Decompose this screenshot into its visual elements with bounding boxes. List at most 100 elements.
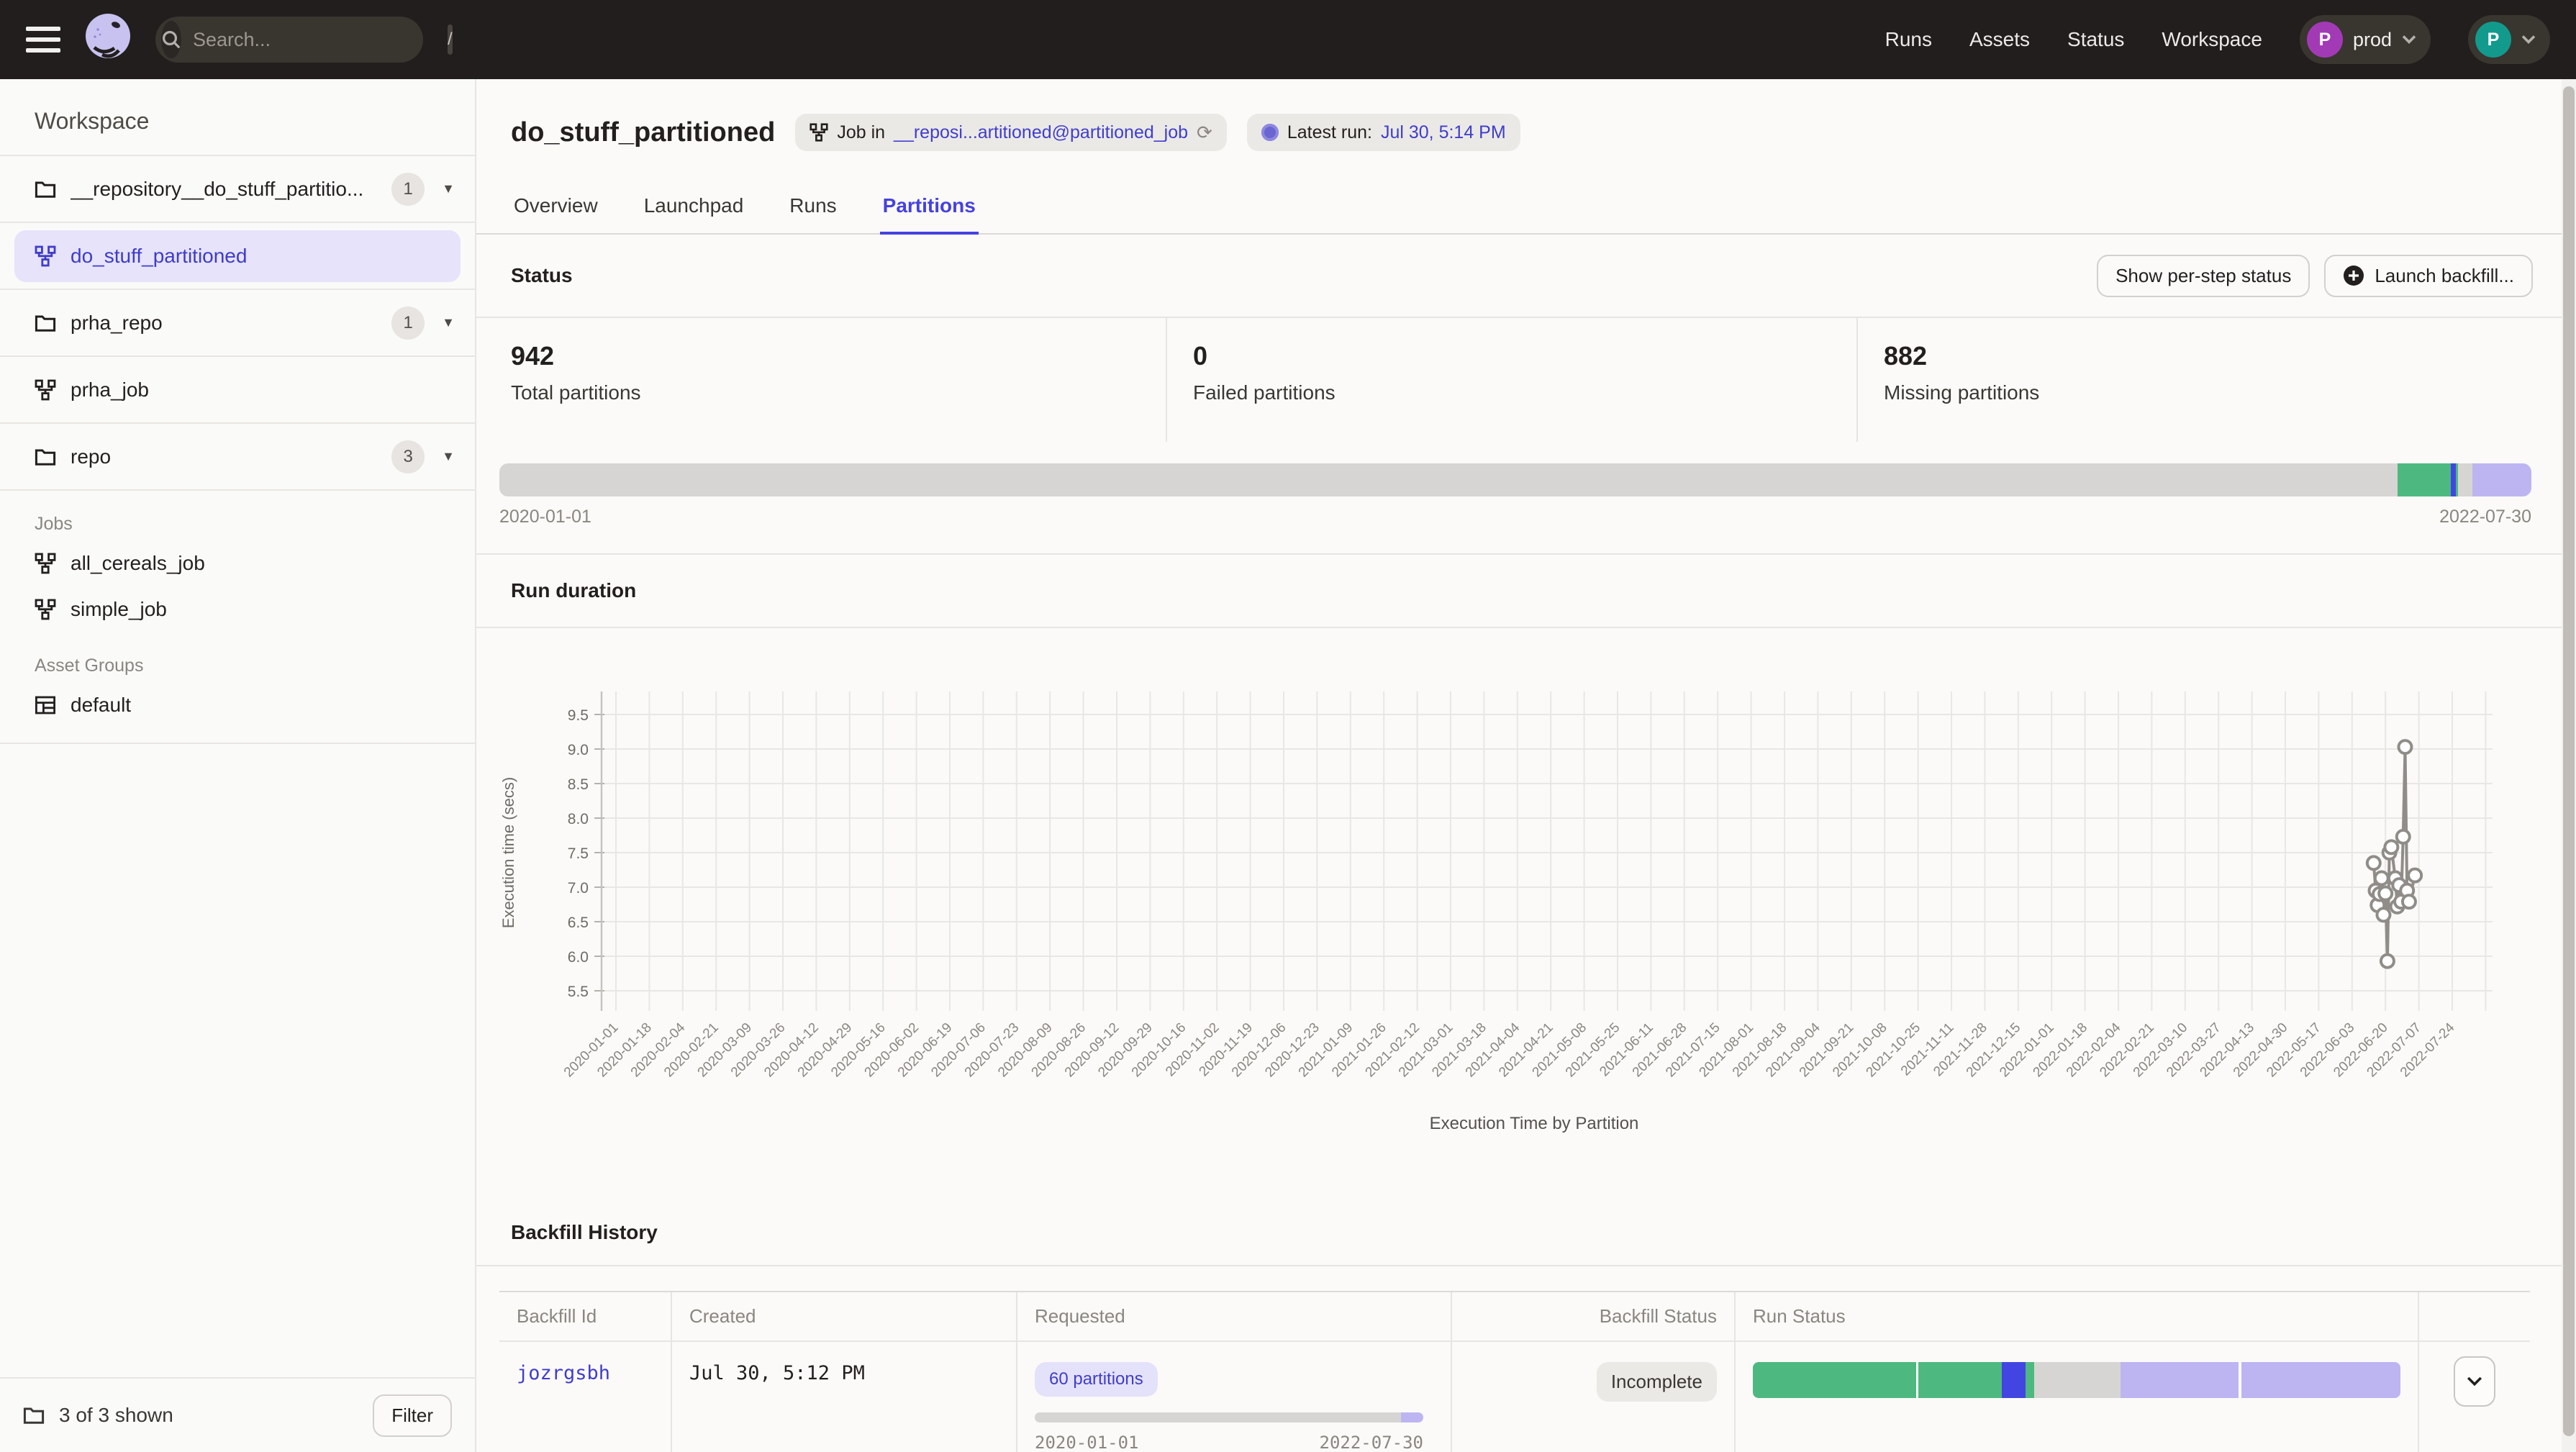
svg-text:7.5: 7.5: [568, 845, 589, 862]
plus-circle-icon: [2343, 265, 2364, 286]
svg-text:9.5: 9.5: [568, 707, 589, 724]
svg-text:5.5: 5.5: [568, 984, 589, 1000]
sidebar-item-do-stuff-partitioned[interactable]: do_stuff_partitioned: [0, 223, 475, 290]
sidebar-item-prha-repo[interactable]: prha_repo 1 ▼: [0, 290, 475, 357]
nav-status[interactable]: Status: [2067, 28, 2124, 51]
scrollbar-thumb[interactable]: [2563, 86, 2575, 1436]
asset-groups-section-label: Asset Groups: [0, 655, 475, 676]
tab-launchpad[interactable]: Launchpad: [641, 183, 747, 235]
search-icon: [161, 21, 181, 58]
folder-icon: [35, 448, 56, 466]
partition-status-bar[interactable]: [499, 463, 2531, 496]
nav-runs[interactable]: Runs: [1885, 28, 1932, 51]
hamburger-menu-icon[interactable]: [26, 27, 60, 53]
global-search[interactable]: /: [155, 17, 423, 63]
job-icon: [35, 379, 56, 401]
requested-partitions-chip[interactable]: 60 partitions: [1035, 1362, 1158, 1397]
sidebar-asset-group-default[interactable]: default: [0, 682, 475, 728]
run-status-bar[interactable]: [1753, 1362, 2400, 1398]
main-content: do_stuff_partitioned Job in __reposi...a…: [476, 79, 2576, 1452]
deployment-avatar: P: [2307, 22, 2343, 58]
dagster-logo[interactable]: [81, 9, 135, 70]
deployment-label: prod: [2353, 29, 2392, 51]
nav-assets[interactable]: Assets: [1969, 28, 2030, 51]
backfill-status-badge: Incomplete: [1597, 1362, 1717, 1402]
svg-text:7.0: 7.0: [568, 880, 589, 897]
page-tabs: Overview Launchpad Runs Partitions: [476, 183, 2576, 235]
folder-icon: [35, 314, 56, 332]
sidebar-item-repository-do-stuff[interactable]: __repository__do_stuff_partitio... 1 ▼: [0, 156, 475, 223]
asset-group-icon: [35, 694, 56, 716]
dagster-app: / Runs Assets Status Workspace P prod P …: [0, 0, 2576, 1452]
user-menu[interactable]: P: [2468, 15, 2550, 64]
folder-icon: [35, 180, 56, 199]
status-heading: Status: [511, 264, 573, 287]
table-row: jozrgsbh Jul 30, 5:12 PM 60 partitions 2…: [499, 1342, 2530, 1452]
show-per-step-status-button[interactable]: Show per-step status: [2097, 255, 2310, 297]
filter-button[interactable]: Filter: [373, 1394, 452, 1437]
svg-text:6.0: 6.0: [568, 949, 589, 966]
svg-text:Execution time (secs): Execution time (secs): [499, 777, 517, 928]
run-duration-chart: 2020-01-012020-01-182020-02-042020-02-21…: [476, 628, 2576, 1161]
caret-down-icon[interactable]: ▼: [442, 181, 455, 196]
expand-row-button[interactable]: [2454, 1356, 2495, 1407]
col-backfill-status: Backfill Status: [1451, 1292, 1734, 1340]
tab-overview[interactable]: Overview: [511, 183, 601, 235]
backfill-created: Jul 30, 5:12 PM: [671, 1342, 1016, 1452]
job-icon: [35, 599, 56, 620]
run-status-cell: [1734, 1342, 2418, 1452]
requested-partitions-bar: [1035, 1412, 1423, 1422]
table-header-row: Backfill Id Created Requested Backfill S…: [499, 1292, 2530, 1342]
search-shortcut-key: /: [448, 24, 453, 55]
tab-partitions[interactable]: Partitions: [880, 183, 979, 235]
partition-range-start: 2020-01-01: [499, 507, 591, 527]
workspace-sidebar: Workspace __repository__do_stuff_partiti…: [0, 79, 476, 1452]
sidebar-job-simple-job[interactable]: simple_job: [0, 586, 475, 632]
refresh-icon[interactable]: ⟳: [1197, 122, 1212, 144]
partition-stats: 942 Total partitions 0 Failed partitions…: [476, 318, 2576, 442]
backfill-history-table: Backfill Id Created Requested Backfill S…: [499, 1291, 2530, 1452]
job-icon: [35, 245, 56, 267]
search-input[interactable]: [181, 29, 448, 51]
expand-cell: [2418, 1342, 2530, 1452]
tab-runs[interactable]: Runs: [786, 183, 839, 235]
backfill-history-header: Backfill History: [476, 1161, 2576, 1266]
sidebar-footer: 3 of 3 shown Filter: [0, 1377, 475, 1452]
folder-icon: [23, 1406, 45, 1425]
svg-text:8.0: 8.0: [568, 811, 589, 827]
requested-range-end: 2022-07-30: [1320, 1433, 1424, 1452]
latest-run-tag: Latest run: Jul 30, 5:14 PM: [1247, 114, 1520, 151]
job-icon: [809, 123, 828, 142]
partition-range-end: 2022-07-30: [2439, 507, 2531, 527]
col-created: Created: [671, 1292, 1016, 1340]
execution-time-chart[interactable]: 2020-01-012020-01-182020-02-042020-02-21…: [476, 628, 2530, 1161]
page-scrollbar[interactable]: [2562, 79, 2576, 1452]
launch-backfill-button[interactable]: Launch backfill...: [2324, 255, 2533, 297]
svg-text:6.5: 6.5: [568, 915, 589, 931]
count-badge: 3: [391, 440, 425, 473]
deployment-switcher[interactable]: P prod: [2300, 15, 2431, 64]
svg-text:Execution Time by Partition: Execution Time by Partition: [1430, 1114, 1639, 1133]
run-duration-section-header[interactable]: Run duration: [476, 553, 2576, 628]
chevron-down-icon: [2402, 35, 2416, 45]
requested-range-start: 2020-01-01: [1035, 1433, 1139, 1452]
job-origin-link[interactable]: __reposi...artitioned@partitioned_job: [894, 122, 1188, 143]
partition-status-bar-block: 2020-01-01 2022-07-30: [476, 442, 2576, 553]
nav-workspace[interactable]: Workspace: [2162, 28, 2262, 51]
page-title: do_stuff_partitioned: [511, 117, 775, 148]
stat-missing-partitions: 882 Missing partitions: [1856, 318, 2576, 442]
caret-down-icon[interactable]: ▼: [442, 449, 455, 464]
svg-text:9.0: 9.0: [568, 742, 589, 758]
latest-run-link[interactable]: Jul 30, 5:14 PM: [1381, 122, 1506, 143]
sidebar-item-repo[interactable]: repo 3 ▼: [0, 424, 475, 491]
count-badge: 1: [391, 307, 425, 340]
job-icon: [35, 553, 56, 574]
status-section-header: Status Show per-step status Launch backf…: [476, 235, 2576, 318]
backfill-id-link[interactable]: jozrgsbh: [499, 1342, 671, 1452]
caret-down-icon[interactable]: ▼: [442, 315, 455, 330]
col-requested: Requested: [1016, 1292, 1451, 1340]
sidebar-item-prha-job[interactable]: prha_job: [0, 357, 475, 424]
sidebar-job-all-cereals[interactable]: all_cereals_job: [0, 540, 475, 586]
job-tag: Job in __reposi...artitioned@partitioned…: [795, 114, 1227, 151]
backfill-status-cell: Incomplete: [1451, 1342, 1734, 1452]
